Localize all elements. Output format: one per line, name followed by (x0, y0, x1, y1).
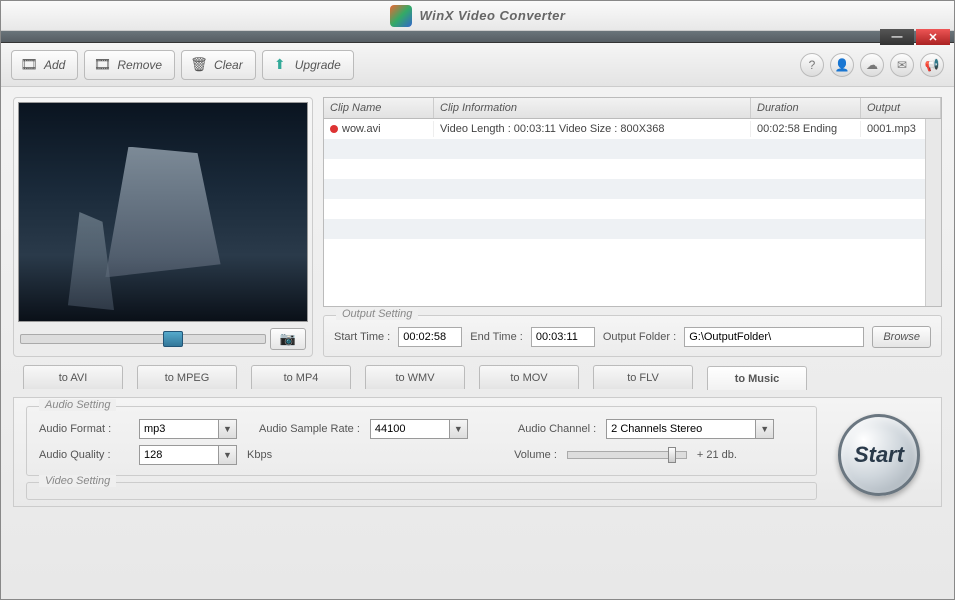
video-setting-group: Video Setting (26, 482, 817, 500)
account-button[interactable]: 👤 (830, 53, 854, 77)
volume-label: Volume : (514, 449, 557, 461)
volume-value: + 21 db. (697, 449, 737, 461)
start-button[interactable]: Start (838, 414, 920, 496)
clip-grid: Clip Name Clip Information Duration Outp… (323, 97, 942, 307)
end-time-input[interactable] (531, 327, 595, 347)
toolbar: 🎞 Add 🎞 Remove 🗑 Clear ⬆ Upgrade ? 👤 ☁ ✉… (1, 43, 954, 87)
add-button[interactable]: 🎞 Add (11, 50, 78, 80)
audio-quality-label: Audio Quality : (39, 449, 129, 461)
audio-quality-select[interactable]: ▼ (139, 445, 237, 465)
cell-name: wow.avi (342, 123, 381, 135)
menubar: — ✕ (1, 31, 954, 43)
settings-panel: Audio Setting Audio Format : ▼ Audio Sam… (13, 397, 942, 507)
announce-button[interactable]: 📢 (920, 53, 944, 77)
audio-channel-select[interactable]: ▼ (606, 419, 774, 439)
preview-image (19, 103, 307, 321)
audio-sample-input[interactable] (370, 419, 450, 439)
tab-avi[interactable]: to AVI (23, 365, 123, 389)
table-row[interactable]: wow.avi Video Length : 00:03:11 Video Si… (324, 119, 941, 139)
audio-sample-label: Audio Sample Rate : (259, 423, 360, 435)
volume-slider[interactable] (567, 451, 687, 459)
dropdown-arrow-icon[interactable]: ▼ (219, 419, 237, 439)
clear-button[interactable]: 🗑 Clear (181, 50, 256, 80)
tab-wmv[interactable]: to WMV (365, 365, 465, 389)
snapshot-button[interactable]: 📷 (270, 328, 306, 350)
dropdown-arrow-icon[interactable]: ▼ (450, 419, 468, 439)
output-folder-label: Output Folder : (603, 331, 676, 343)
output-legend: Output Setting (336, 308, 418, 320)
mail-button[interactable]: ✉ (890, 53, 914, 77)
titlebar: WinX Video Converter (1, 1, 954, 31)
audio-channel-label: Audio Channel : (518, 423, 596, 435)
tab-mp4[interactable]: to MP4 (251, 365, 351, 389)
cell-duration: 00:02:58 Ending (751, 121, 861, 137)
upgrade-icon: ⬆ (271, 56, 289, 74)
cell-info: Video Length : 00:03:11 Video Size : 800… (434, 121, 751, 137)
remove-label: Remove (117, 58, 162, 72)
start-time-label: Start Time : (334, 331, 390, 343)
tab-music[interactable]: to Music (707, 366, 807, 390)
grid-body: wow.avi Video Length : 00:03:11 Video Si… (324, 119, 941, 306)
audio-legend: Audio Setting (39, 399, 116, 411)
tab-mov[interactable]: to MOV (479, 365, 579, 389)
web-button[interactable]: ☁ (860, 53, 884, 77)
end-time-label: End Time : (470, 331, 523, 343)
audio-channel-input[interactable] (606, 419, 756, 439)
minimize-button[interactable]: — (880, 29, 914, 45)
output-setting-group: Output Setting Start Time : End Time : O… (323, 315, 942, 357)
app-title: WinX Video Converter (420, 8, 566, 23)
add-label: Add (44, 58, 65, 72)
dropdown-arrow-icon[interactable]: ▼ (219, 445, 237, 465)
app-logo-icon (390, 5, 412, 27)
start-time-input[interactable] (398, 327, 462, 347)
tab-mpeg[interactable]: to MPEG (137, 365, 237, 389)
seek-slider[interactable] (20, 334, 266, 344)
audio-format-label: Audio Format : (39, 423, 129, 435)
audio-sample-select[interactable]: ▼ (370, 419, 468, 439)
video-preview[interactable] (18, 102, 308, 322)
remove-button[interactable]: 🎞 Remove (84, 50, 175, 80)
app-window: WinX Video Converter — ✕ 🎞 Add 🎞 Remove … (0, 0, 955, 600)
volume-thumb[interactable] (668, 447, 676, 463)
browse-button[interactable]: Browse (872, 326, 931, 348)
col-output[interactable]: Output (861, 98, 941, 118)
status-dot-icon (330, 125, 338, 133)
remove-icon: 🎞 (93, 56, 111, 74)
tab-flv[interactable]: to FLV (593, 365, 693, 389)
format-tabs: to AVI to MPEG to MP4 to WMV to MOV to F… (13, 365, 942, 389)
audio-format-input[interactable] (139, 419, 219, 439)
upgrade-button[interactable]: ⬆ Upgrade (262, 50, 354, 80)
video-legend: Video Setting (39, 475, 116, 487)
audio-quality-input[interactable] (139, 445, 219, 465)
audio-setting-group: Audio Setting Audio Format : ▼ Audio Sam… (26, 406, 817, 476)
col-clip-name[interactable]: Clip Name (324, 98, 434, 118)
content: 📷 Clip Name Clip Information Duration Ou… (1, 87, 954, 599)
col-clip-info[interactable]: Clip Information (434, 98, 751, 118)
seek-thumb[interactable] (163, 331, 183, 347)
audio-quality-unit: Kbps (247, 449, 272, 461)
preview-pane: 📷 (13, 97, 313, 357)
close-button[interactable]: ✕ (916, 29, 950, 45)
clear-icon: 🗑 (190, 56, 208, 74)
clear-label: Clear (214, 58, 243, 72)
grid-scrollbar[interactable] (925, 119, 941, 306)
col-duration[interactable]: Duration (751, 98, 861, 118)
upgrade-label: Upgrade (295, 58, 341, 72)
add-icon: 🎞 (20, 56, 38, 74)
help-button[interactable]: ? (800, 53, 824, 77)
dropdown-arrow-icon[interactable]: ▼ (756, 419, 774, 439)
audio-format-select[interactable]: ▼ (139, 419, 237, 439)
camera-icon: 📷 (280, 331, 296, 347)
output-folder-input[interactable] (684, 327, 864, 347)
